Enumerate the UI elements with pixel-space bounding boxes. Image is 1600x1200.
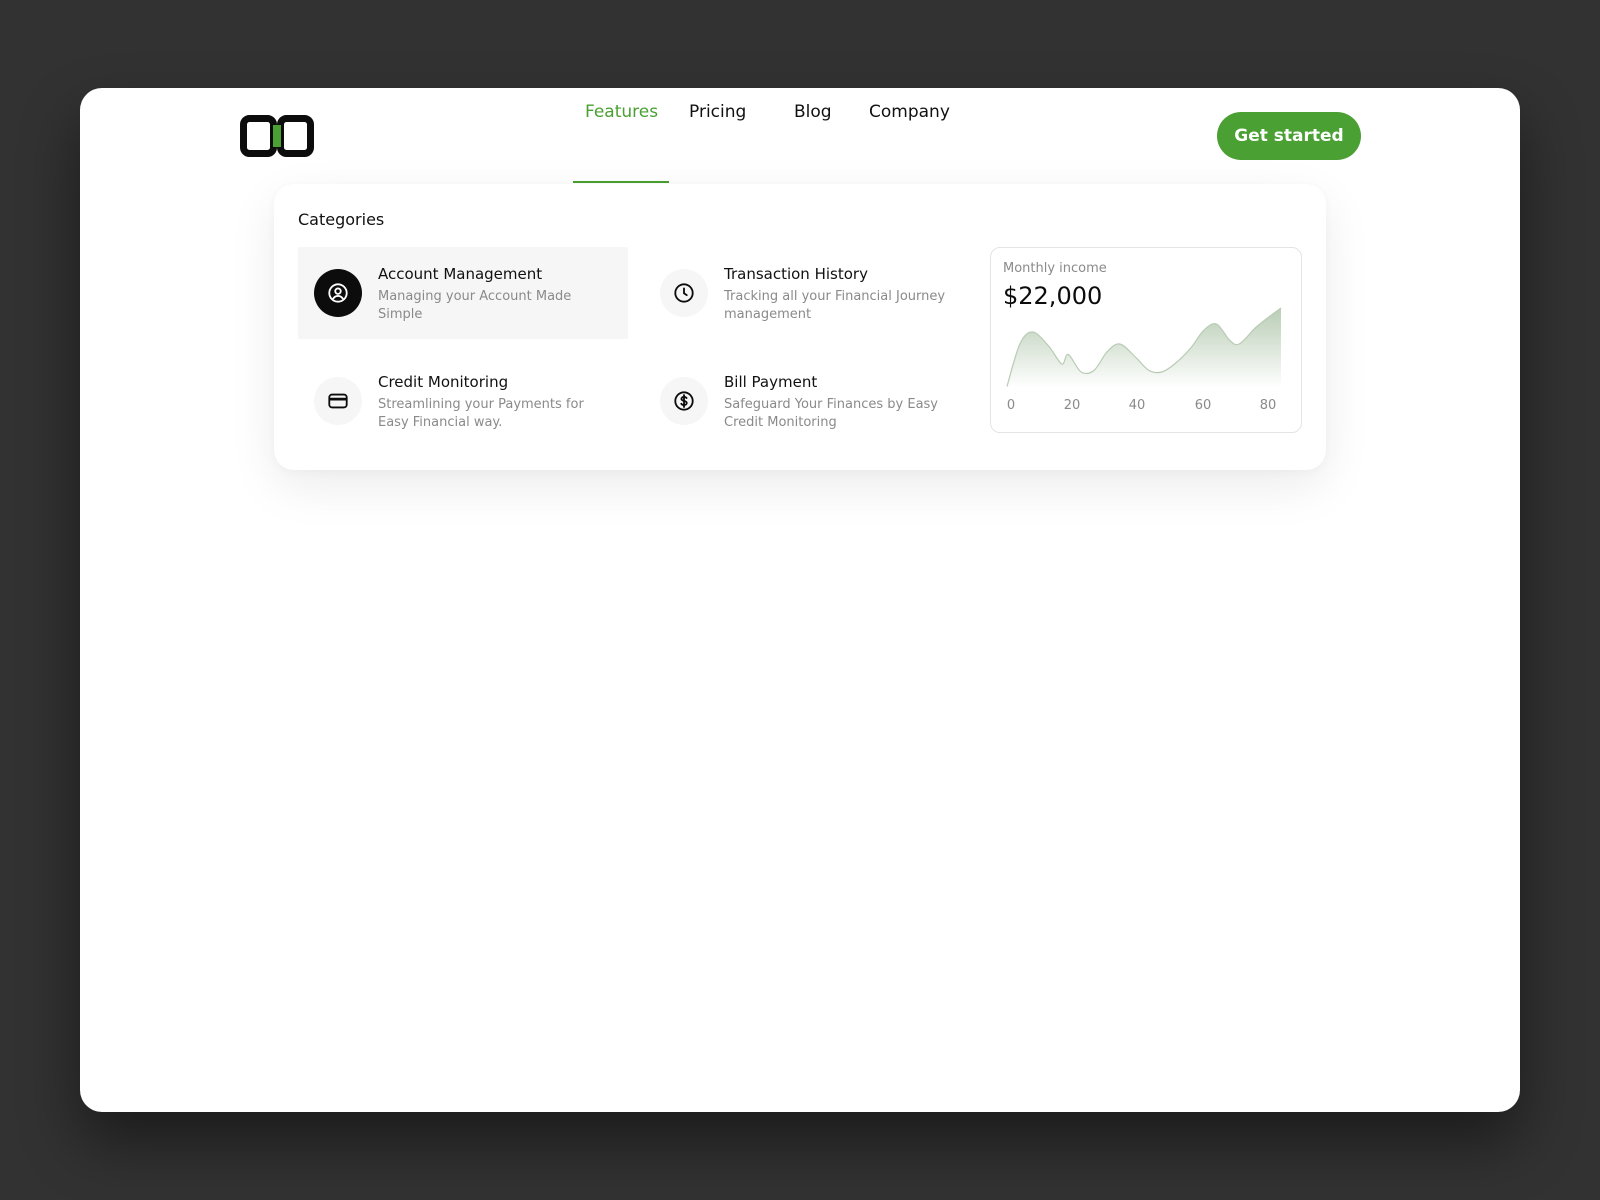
income-area-fill (1007, 308, 1281, 388)
category-transaction-history[interactable]: Transaction History Tracking all your Fi… (644, 247, 974, 339)
category-description: Managing your Account Made Simple (378, 289, 572, 322)
user-circle-icon (314, 269, 362, 317)
x-tick-label: 80 (1259, 398, 1277, 413)
category-description: Safeguard Your Finances by Easy Credit M… (724, 397, 938, 430)
nav-company[interactable]: Company (869, 88, 950, 136)
category-description: Streamlining your Payments for Easy Fina… (378, 397, 584, 430)
category-title: Account Management (378, 265, 543, 283)
category-title: Bill Payment (724, 373, 818, 391)
category-credit-monitoring[interactable]: Credit Monitoring Streamlining your Paym… (298, 355, 628, 447)
x-tick-label: 60 (1194, 398, 1212, 413)
nav-active-underline (573, 181, 669, 183)
category-account-management[interactable]: Account Management Managing your Account… (298, 247, 628, 339)
income-label: Monthly income (1003, 261, 1107, 276)
nav-pricing[interactable]: Pricing (689, 88, 746, 136)
monthly-income-card[interactable]: Monthly income $22,000 0 20 40 60 80 (990, 247, 1302, 433)
x-tick-label: 40 (1128, 398, 1146, 413)
dollar-circle-icon (660, 377, 708, 425)
clock-icon (660, 269, 708, 317)
category-description: Tracking all your Financial Journey mana… (724, 289, 946, 322)
income-value: $22,000 (1003, 282, 1103, 310)
brand-logo[interactable] (240, 115, 314, 157)
category-title: Credit Monitoring (378, 373, 509, 391)
credit-card-icon (314, 377, 362, 425)
get-started-button[interactable]: Get started (1217, 112, 1361, 160)
features-dropdown: Categories Account Management Managing y… (274, 184, 1326, 470)
nav-features[interactable]: Features (585, 88, 658, 136)
category-title: Transaction History (724, 265, 868, 283)
x-tick-label: 0 (1006, 398, 1016, 413)
dropdown-title: Categories (298, 210, 385, 229)
nav-blog[interactable]: Blog (794, 88, 832, 136)
category-bill-payment[interactable]: Bill Payment Safeguard Your Finances by … (644, 355, 974, 447)
browser-window: Features Pricing Blog Company Get starte… (80, 88, 1520, 1112)
x-tick-label: 20 (1063, 398, 1081, 413)
